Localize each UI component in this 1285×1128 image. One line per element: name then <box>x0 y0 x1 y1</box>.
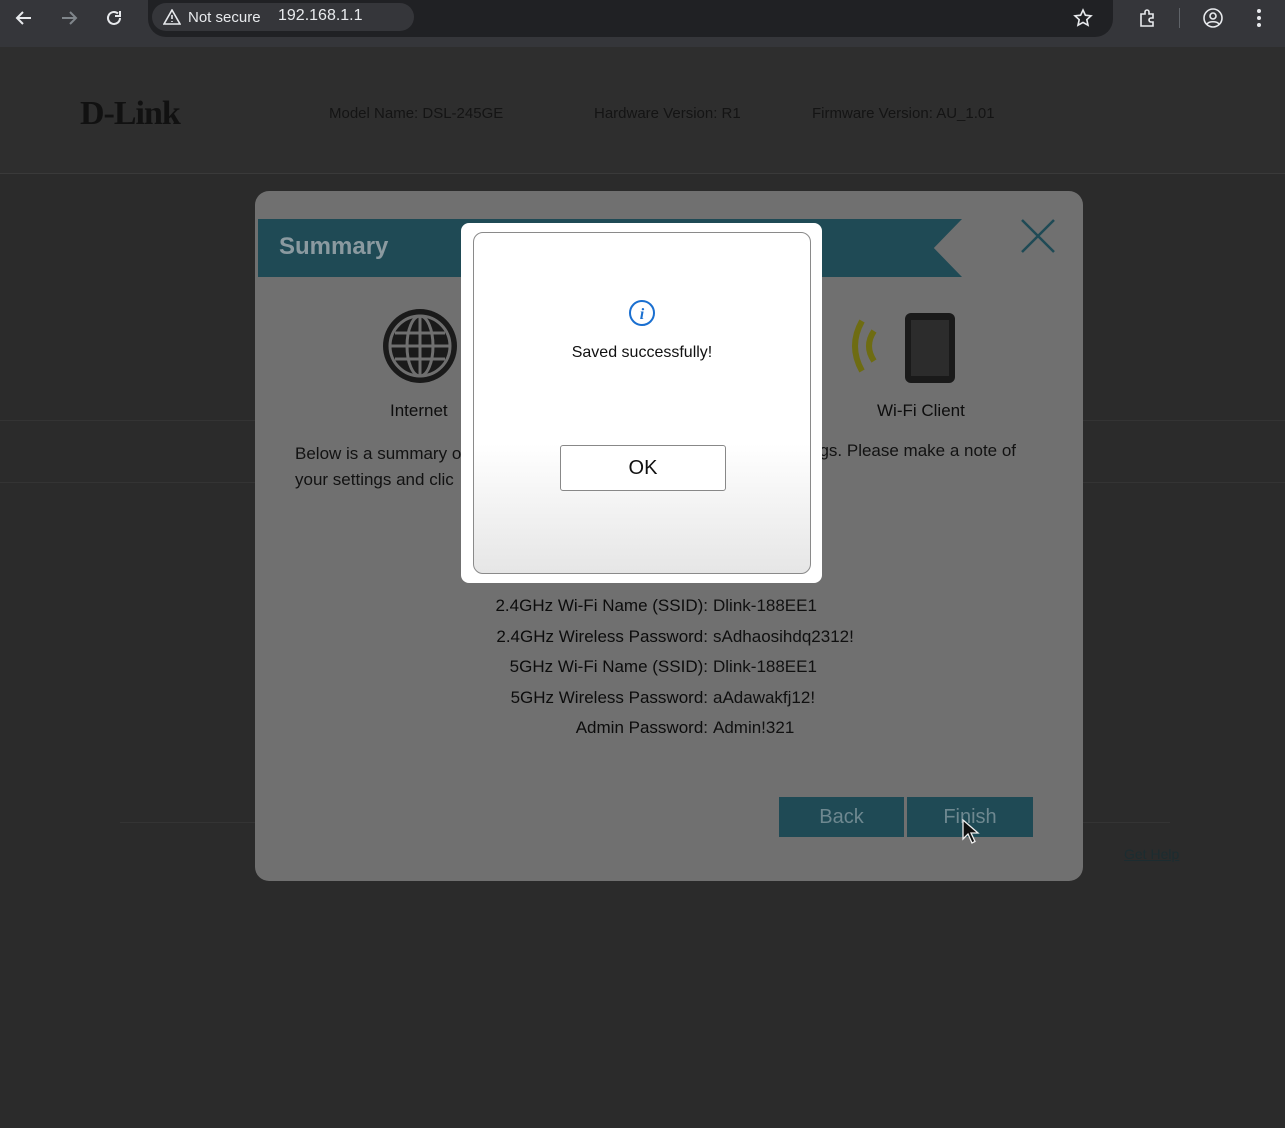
summary-title: Summary <box>279 233 389 260</box>
dlink-logo: D-Link <box>80 95 181 132</box>
close-icon[interactable] <box>1020 218 1056 254</box>
setting-value: Dlink-188EE1 <box>713 596 817 615</box>
reload-icon[interactable] <box>100 4 128 32</box>
globe-icon <box>383 309 457 383</box>
warning-icon <box>163 9 181 25</box>
wifi-icon <box>852 319 877 373</box>
setting-value: sAdhaosihdq2312! <box>713 627 854 646</box>
get-help-link[interactable]: Get Help <box>1124 846 1179 862</box>
svg-text:i: i <box>640 306 645 323</box>
forward-icon[interactable] <box>55 4 83 32</box>
alert-panel: i Saved successfully! OK <box>473 232 811 574</box>
wifi-client-label: Wi-Fi Client <box>877 401 965 420</box>
cursor-icon <box>962 819 980 844</box>
settings-row: 5GHz Wi-Fi Name (SSID): Dlink-188EE1 <box>255 657 1083 683</box>
alert-dialog: i Saved successfully! OK <box>461 223 822 583</box>
firmware-version: Firmware Version: AU_1.01 <box>812 105 995 122</box>
back-button[interactable]: Back <box>779 797 904 837</box>
menu-icon[interactable] <box>1245 4 1273 32</box>
ok-button[interactable]: OK <box>560 445 726 491</box>
security-label: Not secure <box>188 9 261 26</box>
address-bar[interactable]: Not secure 192.168.1.1 <box>148 0 1113 37</box>
settings-row: Admin Password: Admin!321 <box>255 718 1083 744</box>
setting-value: aAdawakfj12! <box>713 688 816 707</box>
model-name: Model Name: DSL-245GE <box>329 105 504 122</box>
info-icon: i <box>629 300 655 326</box>
extensions-icon[interactable] <box>1133 4 1161 32</box>
desc-line-1-right: ngs. Please make a note of <box>810 441 1017 460</box>
star-icon[interactable] <box>1069 4 1097 32</box>
hardware-version: Hardware Version: R1 <box>594 105 741 122</box>
setting-key: 2.4GHz Wi-Fi Name (SSID): <box>495 596 708 615</box>
browser-toolbar: Not secure 192.168.1.1 <box>0 0 1285 47</box>
setting-value: Dlink-188EE1 <box>713 657 817 676</box>
internet-label: Internet <box>390 401 448 420</box>
setting-key: 5GHz Wireless Password: <box>510 688 708 707</box>
settings-row: 5GHz Wireless Password: aAdawakfj12! <box>255 688 1083 714</box>
url-text[interactable]: 192.168.1.1 <box>278 7 363 25</box>
profile-icon[interactable] <box>1199 4 1227 32</box>
page-header: D-Link Model Name: DSL-245GE Hardware Ve… <box>0 47 1285 174</box>
toolbar-divider <box>1179 8 1180 28</box>
back-icon[interactable] <box>10 4 38 32</box>
alert-message: Saved successfully! <box>571 344 713 361</box>
settings-row: 2.4GHz Wireless Password: sAdhaosihdq231… <box>255 627 1083 653</box>
settings-row: 2.4GHz Wi-Fi Name (SSID): Dlink-188EE1 <box>255 596 1083 622</box>
phone-icon <box>905 313 955 383</box>
setting-key: 2.4GHz Wireless Password: <box>496 627 708 646</box>
setting-key: 5GHz Wi-Fi Name (SSID): <box>509 657 708 676</box>
setting-value: Admin!321 <box>713 718 795 737</box>
setting-key: Admin Password: <box>575 718 708 737</box>
